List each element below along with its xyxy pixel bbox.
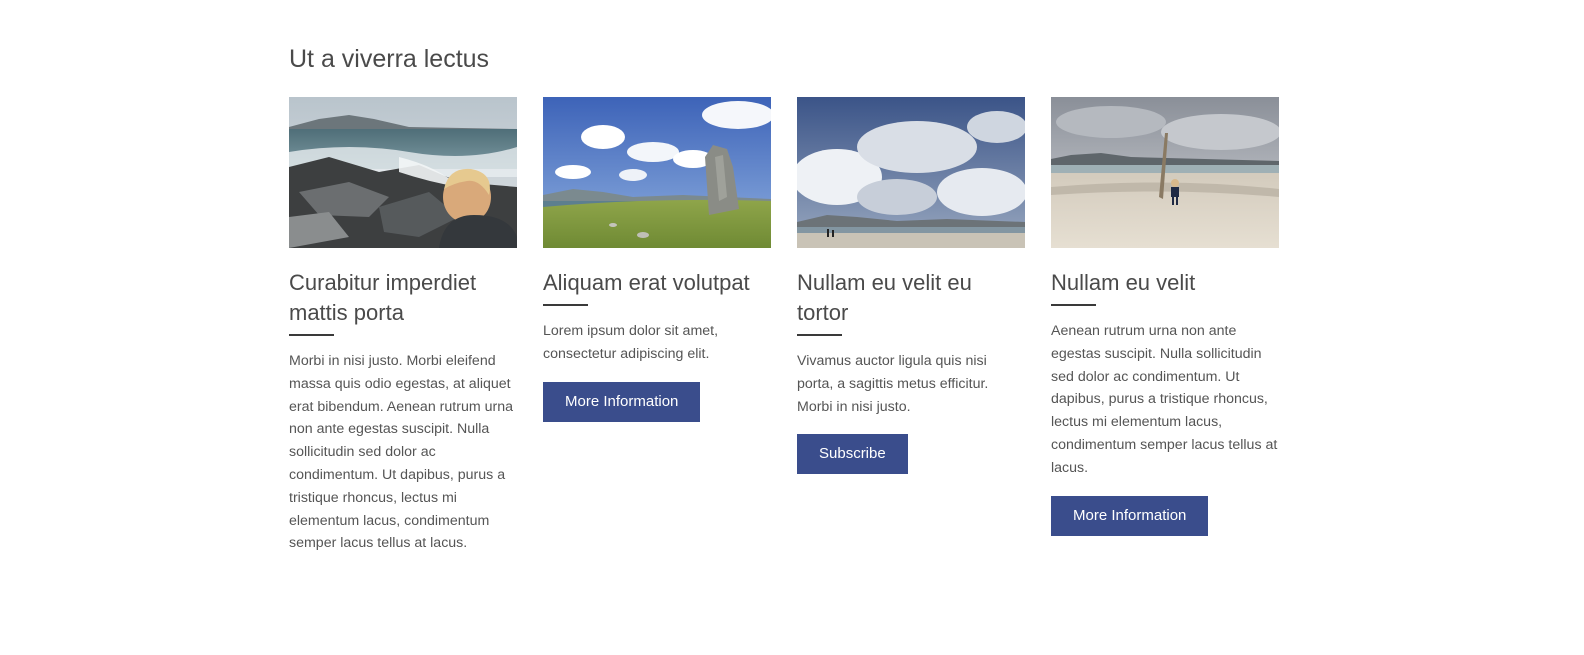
more-information-button[interactable]: More Information <box>1051 495 1209 536</box>
card-3: Nullam eu velit eu tortor Vivamus auctor… <box>797 97 1025 475</box>
card-title: Aliquam erat volutpat <box>543 270 750 295</box>
title-underline <box>289 334 334 336</box>
title-underline <box>797 334 842 336</box>
title-underline <box>1051 304 1096 306</box>
card-title: Curabitur imperdiet mattis porta <box>289 270 477 325</box>
more-information-button[interactable]: More Information <box>543 381 701 422</box>
card-image-sandy-beach <box>1051 97 1279 248</box>
card-image-standing-stone <box>543 97 771 248</box>
subscribe-button[interactable]: Subscribe <box>797 434 908 475</box>
card-image-rocky-shore <box>289 97 517 248</box>
card-text: Vivamus auctor ligula quis nisi porta, a… <box>797 353 989 415</box>
card-image-cloudy-beach <box>797 97 1025 248</box>
card-text: Aenean rutrum urna non ante egestas susc… <box>1051 323 1278 476</box>
card-title: Nullam eu velit eu tortor <box>797 270 972 325</box>
section-title: Ut a viverra lectus <box>289 45 490 73</box>
card-text: Lorem ipsum dolor sit amet, consectetur … <box>543 323 719 362</box>
card-2: Aliquam erat volutpat Lorem ipsum dolor … <box>543 97 771 422</box>
card-4: Nullam eu velit Aenean rutrum urna non a… <box>1051 97 1279 536</box>
card-title: Nullam eu velit <box>1051 270 1196 295</box>
card-1: Curabitur imperdiet mattis porta Morbi i… <box>289 97 517 555</box>
title-underline <box>543 304 588 306</box>
card-text: Morbi in nisi justo. Morbi eleifend mass… <box>289 353 513 552</box>
